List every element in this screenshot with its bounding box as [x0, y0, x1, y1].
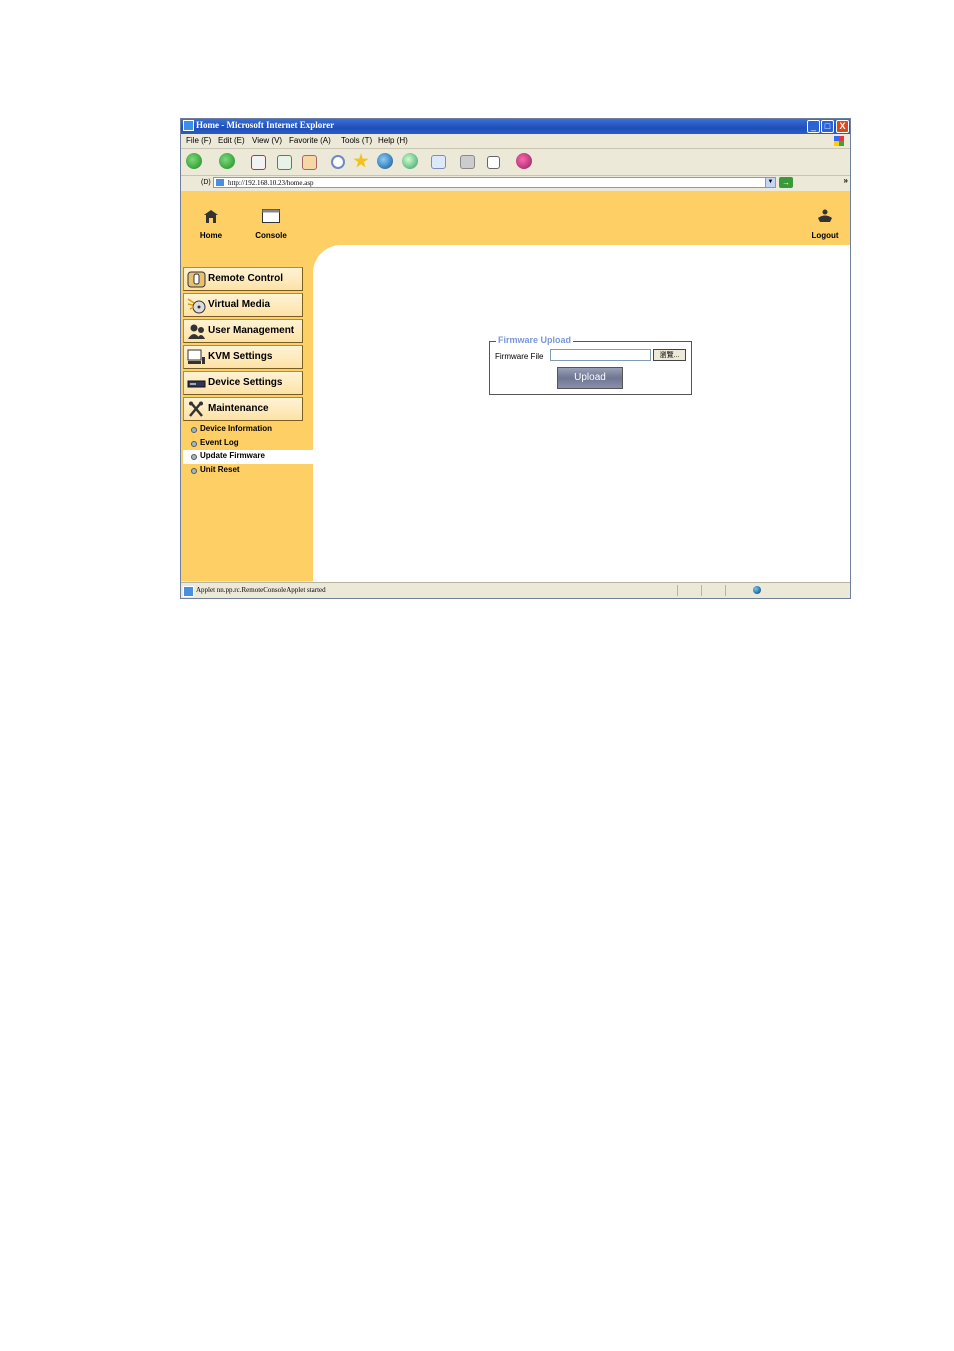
forward-icon[interactable] [219, 153, 235, 169]
user-management-icon [188, 324, 205, 339]
sidebar-item-label: Maintenance [208, 403, 269, 414]
firmware-upload-legend: Firmware Upload [496, 335, 574, 345]
sidebar-item-kvm-settings[interactable]: KVM Settings [183, 345, 303, 369]
submenu-item-device-information[interactable]: Device Information [183, 423, 313, 437]
windows-flag-icon [834, 136, 844, 146]
favorites-icon[interactable] [353, 153, 369, 168]
web-page: Home Console Logout Firmware Upload Firm… [181, 191, 850, 585]
content-panel: Firmware Upload Firmware File 瀏覽... Uplo… [313, 245, 850, 585]
home-nav-label: Home [199, 231, 223, 240]
submenu-item-label: Unit Reset [200, 464, 240, 474]
applet-icon [183, 586, 194, 597]
media-icon[interactable] [377, 153, 393, 169]
stop-icon[interactable] [251, 155, 266, 170]
sidebar: Remote Control Virtual Media User Manage… [183, 267, 313, 477]
window-title: Home - Microsoft Internet Explorer [196, 120, 335, 130]
sidebar-item-virtual-media[interactable]: Virtual Media [183, 293, 303, 317]
menu-help[interactable]: Help (H) [378, 136, 408, 145]
menu-view[interactable]: View (V) [252, 136, 282, 145]
bullet-icon [191, 454, 197, 460]
logout-nav-button[interactable]: Logout [807, 209, 843, 240]
address-url: http://192.168.10.23/home.asp [228, 179, 314, 187]
top-navigation: Home Console Logout [181, 191, 850, 247]
page-icon [216, 179, 224, 186]
sidebar-item-maintenance[interactable]: Maintenance [183, 397, 303, 421]
menu-tools[interactable]: Tools (T) [341, 136, 372, 145]
address-label: (D) [201, 179, 211, 186]
status-text: Applet nn.pp.rc.RemoteConsoleApplet star… [196, 586, 326, 594]
menu-favorite[interactable]: Favorite (A) [289, 136, 331, 145]
address-bar: (D) http://192.168.10.23/home.asp ▼ → » [181, 176, 850, 190]
search-icon[interactable] [331, 155, 345, 169]
toolbar-overflow-button[interactable]: » [844, 176, 848, 185]
internet-zone-icon [753, 586, 761, 594]
home-nav-button[interactable]: Home [197, 209, 225, 240]
sidebar-item-device-settings[interactable]: Device Settings [183, 371, 303, 395]
print-icon[interactable] [460, 155, 475, 169]
messenger-icon[interactable] [516, 153, 532, 169]
sidebar-item-label: Device Settings [208, 377, 283, 388]
browser-window: Home - Microsoft Internet Explorer _ □ X… [180, 118, 851, 599]
ie-icon [183, 120, 194, 131]
submenu-item-label: Event Log [200, 437, 239, 447]
remote-control-icon [187, 271, 206, 288]
sidebar-item-remote-control[interactable]: Remote Control [183, 267, 303, 291]
status-divider [677, 585, 678, 596]
browse-button[interactable]: 瀏覽... [653, 349, 686, 361]
home-page-icon[interactable] [302, 155, 317, 170]
firmware-file-input[interactable] [550, 349, 651, 361]
logout-icon [818, 209, 832, 222]
title-bar: Home - Microsoft Internet Explorer _ □ X [181, 119, 850, 134]
back-icon[interactable] [186, 153, 202, 169]
menu-bar: File (F) Edit (E) View (V) Favorite (A) … [181, 134, 850, 149]
device-settings-icon [187, 380, 206, 388]
sidebar-item-label: User Management [208, 325, 295, 336]
firmware-file-label: Firmware File [495, 352, 544, 361]
toolbar [181, 149, 850, 176]
refresh-icon[interactable] [277, 155, 292, 170]
submenu-item-update-firmware[interactable]: Update Firmware [183, 450, 313, 464]
edit-icon[interactable] [487, 156, 500, 169]
minimize-button[interactable]: _ [807, 120, 820, 133]
submenu-item-label: Update Firmware [200, 451, 265, 460]
submenu-item-label: Device Information [200, 424, 273, 433]
firmware-upload-fieldset: Firmware Upload Firmware File 瀏覽... Uplo… [489, 335, 692, 395]
status-divider [701, 585, 702, 596]
upload-button[interactable]: Upload [557, 367, 623, 389]
sidebar-item-label: Remote Control [208, 273, 283, 284]
bullet-icon [191, 440, 197, 447]
bullet-icon [191, 427, 197, 433]
home-icon [204, 210, 218, 223]
bullet-icon [191, 467, 197, 474]
sidebar-item-label: KVM Settings [208, 351, 273, 362]
console-nav-label: Console [255, 231, 287, 240]
submenu-item-unit-reset[interactable]: Unit Reset [183, 464, 313, 478]
menu-edit[interactable]: Edit (E) [218, 136, 245, 145]
menu-file[interactable]: File (F) [186, 136, 211, 145]
address-dropdown-button[interactable]: ▼ [765, 177, 776, 188]
address-input[interactable]: http://192.168.10.23/home.asp [213, 177, 775, 188]
history-icon[interactable] [402, 153, 418, 169]
console-icon [262, 209, 280, 223]
go-button[interactable]: → [779, 177, 793, 188]
kvm-settings-icon [187, 349, 205, 364]
sidebar-item-label: Virtual Media [208, 299, 271, 310]
maximize-button[interactable]: □ [821, 120, 834, 133]
close-button[interactable]: X [836, 120, 849, 133]
virtual-media-icon [187, 298, 206, 314]
maintenance-icon [189, 401, 203, 417]
submenu-item-event-log[interactable]: Event Log [183, 437, 313, 451]
status-divider [725, 585, 726, 596]
logout-nav-label: Logout [811, 231, 839, 240]
status-bar: Applet nn.pp.rc.RemoteConsoleApplet star… [181, 582, 850, 598]
console-nav-button[interactable]: Console [251, 209, 291, 240]
sidebar-item-user-management[interactable]: User Management [183, 319, 303, 343]
mail-icon[interactable] [431, 155, 446, 169]
